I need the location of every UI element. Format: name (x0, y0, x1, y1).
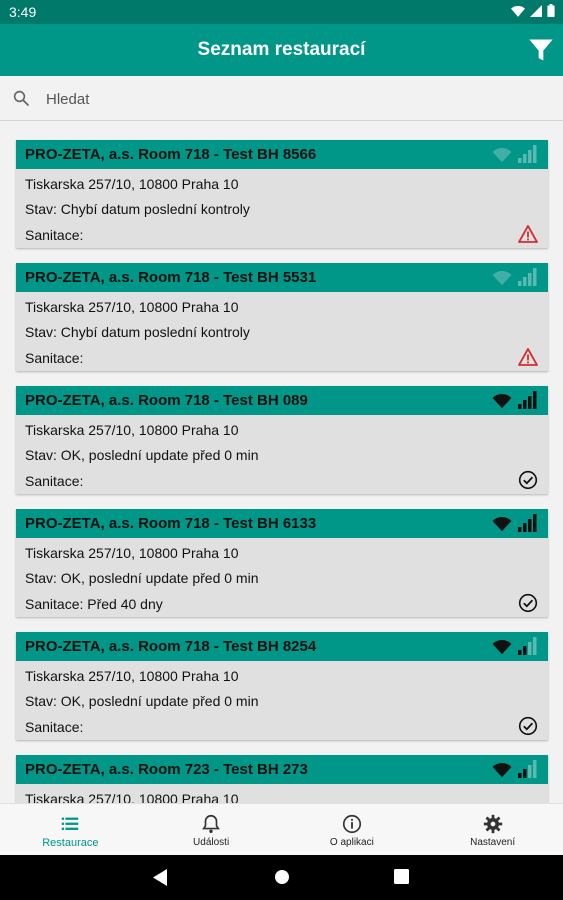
restaurant-card[interactable]: PRO-ZETA, a.s. Room 718 - Test BH 5531 Ti… (16, 263, 548, 371)
card-header: PRO-ZETA, a.s. Room 723 - Test BH 273 (16, 755, 548, 784)
wifi-signal-icon (492, 516, 512, 532)
restaurant-state: Stav: Chybí datum poslední kontroly (25, 324, 250, 340)
restaurant-name: PRO-ZETA, a.s. Room 718 - Test BH 089 (25, 392, 308, 409)
check-circle-icon (518, 593, 538, 613)
check-circle-icon (518, 470, 538, 490)
restaurant-name: PRO-ZETA, a.s. Room 718 - Test BH 8566 (25, 146, 317, 163)
cell-signal-icon (518, 391, 537, 409)
restaurant-name: PRO-ZETA, a.s. Room 718 - Test BH 6133 (25, 515, 317, 532)
status-icons (511, 4, 555, 17)
search-input[interactable] (44, 84, 528, 114)
restaurant-address: Tiskarska 257/10, 10800 Praha 10 (25, 176, 239, 192)
nav-item-události[interactable]: Události (141, 804, 282, 856)
cell-signal-icon (518, 760, 537, 778)
cell-signal-icon (518, 145, 537, 163)
check-circle-icon (518, 716, 538, 736)
restaurant-card[interactable]: PRO-ZETA, a.s. Room 718 - Test BH 8254 Ti… (16, 632, 548, 740)
restaurant-card[interactable]: PRO-ZETA, a.s. Room 718 - Test BH 089 Tis… (16, 386, 548, 494)
restaurant-address: Tiskarska 257/10, 10800 Praha 10 (25, 422, 239, 438)
restaurant-sanitation: Sanitace: (25, 473, 84, 489)
restaurant-sanitation: Sanitace: Před 40 dny (25, 596, 163, 612)
restaurant-sanitation: Sanitace: (25, 227, 84, 243)
page-title: Seznam restaurací (197, 39, 366, 60)
card-header: PRO-ZETA, a.s. Room 718 - Test BH 8566 (16, 140, 548, 169)
list-icon (62, 817, 79, 830)
card-header: PRO-ZETA, a.s. Room 718 - Test BH 089 (16, 386, 548, 415)
filter-icon[interactable] (527, 36, 555, 64)
restaurant-address: Tiskarska 257/10, 10800 Praha 10 (25, 668, 239, 684)
search-icon (13, 90, 30, 107)
restaurant-state: Stav: OK, poslední update před 0 min (25, 570, 259, 586)
connection-icons (491, 637, 538, 655)
restaurant-card[interactable]: PRO-ZETA, a.s. Room 718 - Test BH 8566 Ti… (16, 140, 548, 248)
nav-item-o-aplikaci[interactable]: O aplikaci (282, 804, 423, 856)
card-header: PRO-ZETA, a.s. Room 718 - Test BH 8254 (16, 632, 548, 661)
info-icon (342, 814, 361, 834)
card-header: PRO-ZETA, a.s. Room 718 - Test BH 5531 (16, 263, 548, 292)
wifi-signal-icon (492, 762, 512, 778)
bell-icon (202, 814, 220, 833)
restaurant-state: Stav: OK, poslední update před 0 min (25, 447, 259, 463)
restaurant-name: PRO-ZETA, a.s. Room 718 - Test BH 5531 (25, 269, 317, 286)
restaurant-name: PRO-ZETA, a.s. Room 718 - Test BH 8254 (25, 638, 317, 655)
status-bar: 3:49 (0, 0, 563, 24)
connection-icons (491, 145, 538, 163)
cell-signal-icon (518, 637, 537, 655)
restaurant-address: Tiskarska 257/10, 10800 Praha 10 (25, 791, 239, 803)
nav-label: Události (193, 837, 230, 848)
nav-item-nastavení[interactable]: Nastavení (422, 804, 563, 856)
restaurant-address: Tiskarska 257/10, 10800 Praha 10 (25, 299, 239, 315)
system-nav-bar (0, 855, 563, 900)
app-bar: Seznam restaurací (0, 24, 563, 76)
search-bar (0, 76, 563, 121)
nav-label: O aplikaci (329, 837, 374, 848)
status-time: 3:49 (9, 4, 37, 20)
warning-icon (518, 225, 538, 243)
cell-signal-icon (518, 514, 537, 532)
restaurant-sanitation: Sanitace: (25, 719, 84, 735)
nav-label: Nastavení (470, 837, 516, 848)
wifi-signal-icon (492, 639, 512, 655)
home-icon[interactable] (274, 869, 290, 885)
warning-icon (518, 348, 538, 366)
restaurant-state: Stav: OK, poslední update před 0 min (25, 693, 259, 709)
card-header: PRO-ZETA, a.s. Room 718 - Test BH 6133 (16, 509, 548, 538)
restaurant-card[interactable]: PRO-ZETA, a.s. Room 718 - Test BH 6133 Ti… (16, 509, 548, 617)
wifi-signal-icon (492, 147, 512, 163)
bottom-nav: Restaurace Události O aplikaci Nastavení (0, 803, 563, 856)
restaurant-sanitation: Sanitace: (25, 350, 84, 366)
restaurant-list: PRO-ZETA, a.s. Room 718 - Test BH 8566 Ti… (0, 121, 563, 803)
wifi-icon (511, 5, 525, 17)
connection-icons (491, 268, 538, 286)
nav-label: Restaurace (42, 837, 99, 849)
wifi-signal-icon (492, 270, 512, 286)
connection-icons (491, 391, 538, 409)
restaurant-card[interactable]: PRO-ZETA, a.s. Room 723 - Test BH 273 Tis… (16, 755, 548, 803)
gear-icon (483, 814, 502, 834)
back-icon[interactable] (153, 869, 169, 886)
restaurant-state: Stav: Chybí datum poslední kontroly (25, 201, 250, 217)
connection-icons (491, 514, 538, 532)
recents-icon[interactable] (394, 869, 409, 884)
battery-icon (547, 4, 555, 17)
nav-item-restaurace[interactable]: Restaurace (0, 804, 141, 856)
signal-icon (530, 4, 542, 17)
wifi-signal-icon (492, 393, 512, 409)
connection-icons (491, 760, 538, 778)
restaurant-address: Tiskarska 257/10, 10800 Praha 10 (25, 545, 239, 561)
restaurant-name: PRO-ZETA, a.s. Room 723 - Test BH 273 (25, 761, 308, 778)
cell-signal-icon (518, 268, 537, 286)
